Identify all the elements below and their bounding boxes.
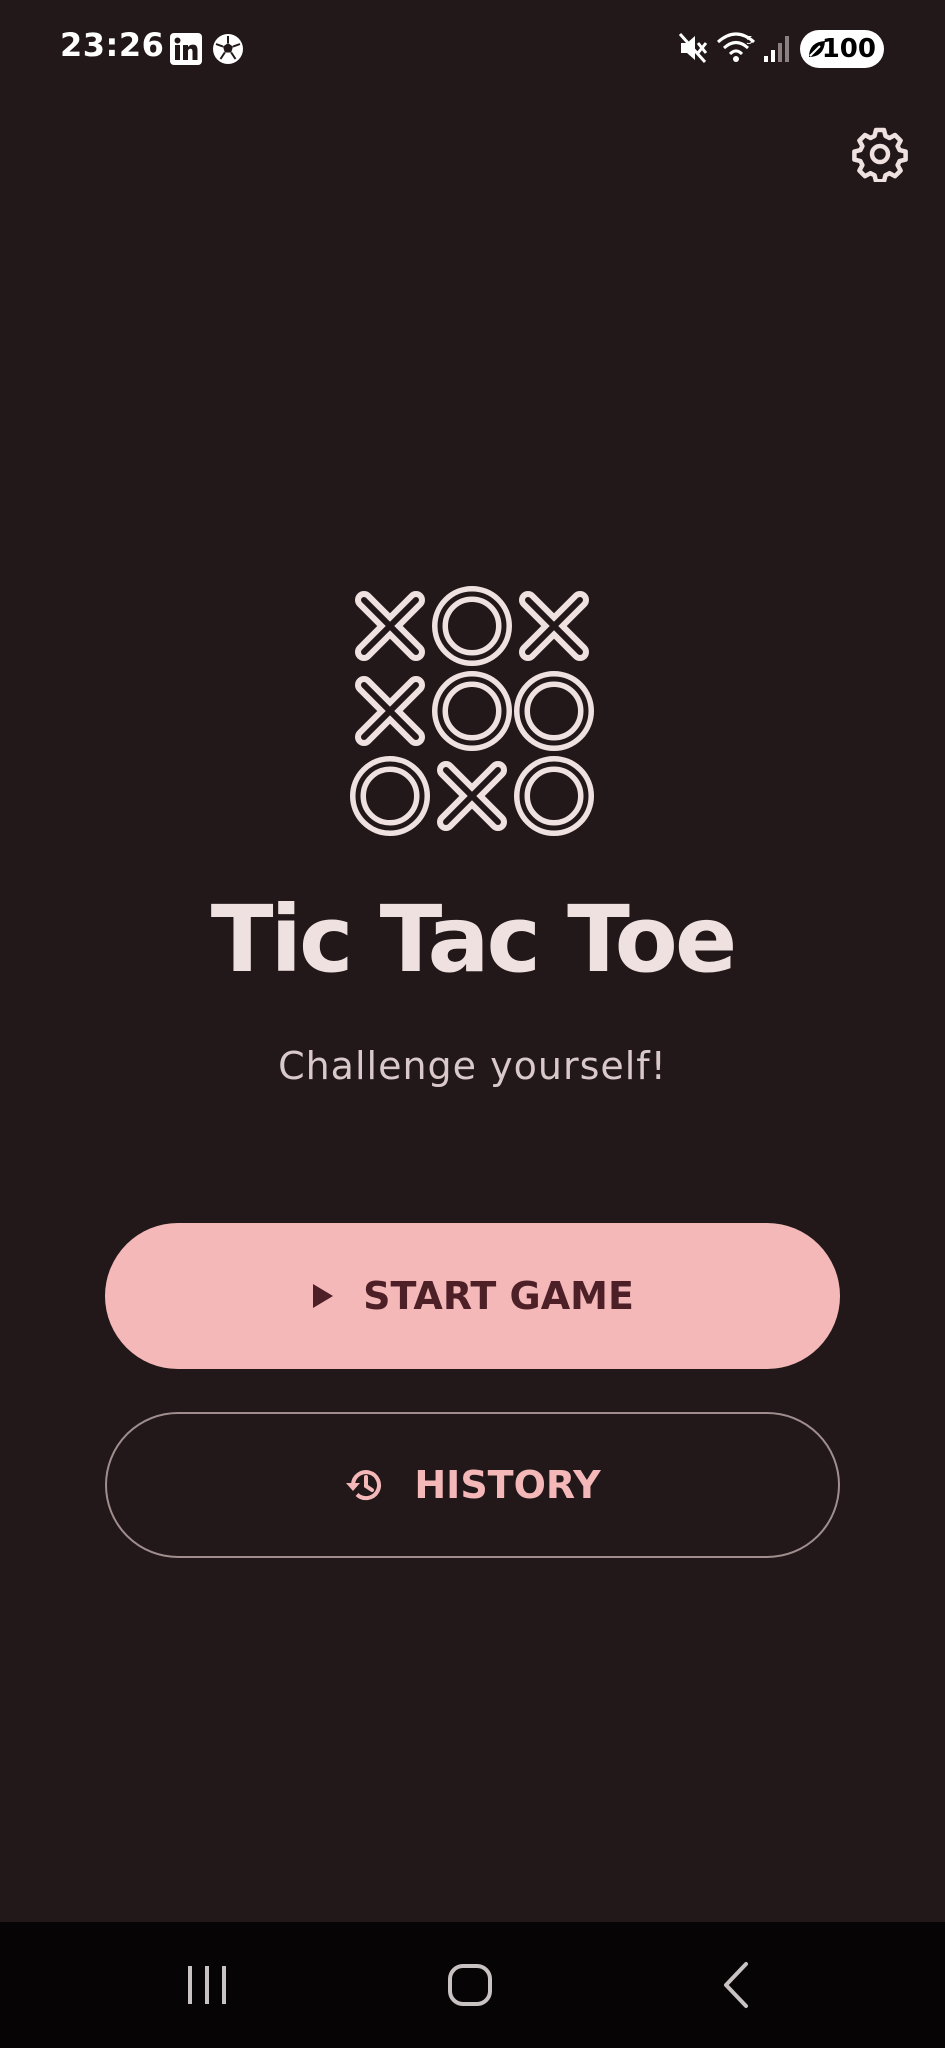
status-bar: 23:26 5 100 (0, 0, 945, 96)
logo-o-mark (514, 756, 594, 836)
home-icon[interactable] (446, 1960, 496, 2010)
mute-icon (678, 33, 708, 63)
history-icon (346, 1470, 382, 1501)
recent-apps-icon[interactable] (182, 1960, 232, 2010)
logo-o-mark (350, 756, 430, 836)
play-icon (313, 1284, 334, 1308)
back-icon[interactable] (712, 1960, 762, 2010)
signal-icon (764, 36, 789, 62)
status-time: 23:26 (60, 26, 165, 64)
settings-button[interactable] (852, 126, 908, 184)
logo-x-mark (437, 761, 507, 831)
app-title: Tic Tac Toe (210, 886, 738, 993)
start-game-button[interactable]: START GAME (105, 1223, 840, 1369)
logo-x-mark (355, 676, 425, 746)
logo-o-mark (432, 586, 512, 666)
battery-level: 100 (821, 34, 876, 64)
svg-text:5: 5 (746, 34, 753, 47)
logo-x-mark (519, 591, 589, 661)
logo-x-mark (355, 591, 425, 661)
history-button[interactable]: HISTORY (105, 1412, 840, 1558)
start-game-label: START GAME (363, 1274, 634, 1318)
soccer-ball-icon (213, 34, 243, 64)
app-subtitle: Challenge yourself! (278, 1044, 667, 1088)
logo-o-mark (432, 671, 512, 751)
gear-icon (852, 127, 908, 184)
linkedin-icon (170, 33, 202, 65)
wifi-icon: 5 (717, 32, 755, 62)
app-logo (350, 586, 594, 836)
battery-indicator: 100 (800, 30, 884, 68)
logo-o-mark (514, 671, 594, 751)
history-label: HISTORY (414, 1463, 601, 1507)
leaf-icon (809, 41, 825, 57)
navigation-bar (0, 1922, 945, 2048)
